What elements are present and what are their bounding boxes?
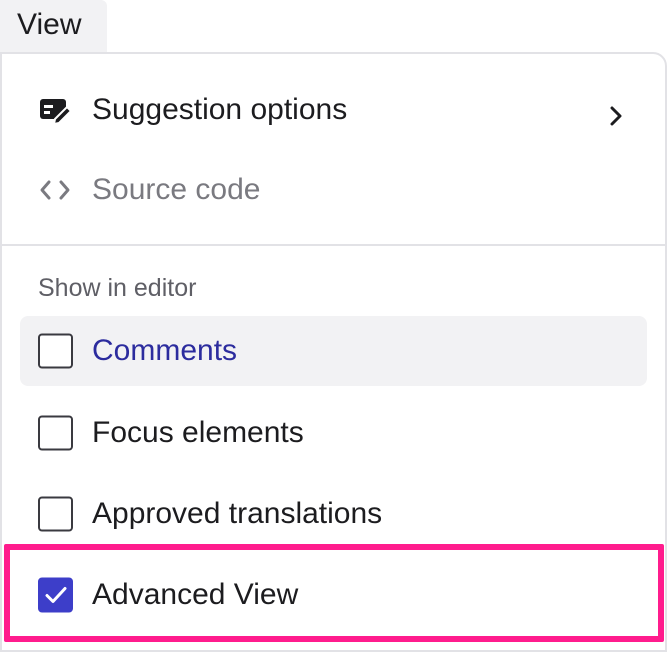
checkbox-item-advanced-view[interactable]: Advanced View (20, 560, 647, 630)
checkmark-icon (45, 587, 67, 603)
checkbox-item-approved-translations[interactable]: Approved translations (20, 479, 647, 549)
checkbox-item-focus-elements[interactable]: Focus elements (20, 398, 647, 468)
section-label-show-in-editor: Show in editor (38, 274, 197, 302)
menu-item-source-code[interactable]: Source code (20, 162, 647, 218)
code-icon (38, 173, 72, 207)
chevron-right-icon (607, 100, 625, 126)
checkbox-label: Approved translations (92, 497, 383, 530)
checkbox-label: Comments (92, 334, 238, 367)
menu-item-label: Source code (92, 173, 261, 206)
menu-item-label: Suggestion options (92, 93, 348, 126)
view-menu-label: View (17, 8, 82, 41)
menu-divider (2, 244, 665, 246)
comments-checkbox[interactable] (38, 333, 73, 369)
edit-suggestion-icon (38, 93, 72, 127)
checkbox-label: Focus elements (92, 416, 304, 449)
checkbox-item-comments[interactable]: Comments (20, 316, 647, 386)
checkbox-label: Advanced View (92, 578, 299, 611)
view-menu-tab[interactable]: View (0, 0, 107, 54)
advanced-view-checkbox[interactable] (38, 577, 73, 613)
focus-elements-checkbox[interactable] (38, 415, 73, 451)
approved-translations-checkbox[interactable] (38, 496, 73, 532)
view-dropdown-menu: Suggestion options Source code Show in e… (0, 52, 667, 652)
menu-item-suggestion-options[interactable]: Suggestion options (20, 82, 647, 138)
